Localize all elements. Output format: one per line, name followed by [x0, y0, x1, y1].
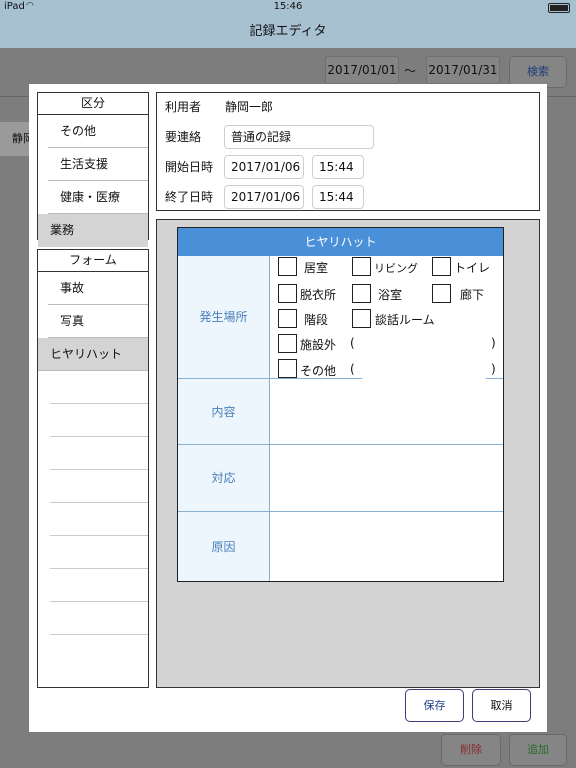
- checkbox-kaidan[interactable]: [278, 309, 297, 328]
- paren-open: (: [350, 336, 355, 350]
- list-item: [50, 503, 148, 536]
- place-kaidan: 階段: [304, 313, 329, 327]
- category-item-health[interactable]: 健康・医療: [48, 181, 148, 214]
- checkbox-toilet[interactable]: [432, 257, 451, 276]
- response-label: 対応: [178, 444, 270, 511]
- add-button[interactable]: 追加: [509, 734, 567, 766]
- sonota-input[interactable]: [360, 359, 488, 379]
- start-label: 開始日時: [165, 160, 214, 174]
- paren-close: ): [491, 362, 496, 376]
- cause-textarea[interactable]: [271, 512, 503, 581]
- contact-field[interactable]: 普通の記録: [224, 125, 374, 149]
- paren-open: (: [350, 362, 355, 376]
- shisetsugai-input[interactable]: [360, 333, 488, 353]
- start-time-field[interactable]: 15:44: [312, 155, 364, 179]
- save-button[interactable]: 保存: [405, 689, 464, 722]
- page-title: 記録エディタ: [249, 24, 327, 39]
- category-panel: 区分 その他 生活支援 健康・医療 業務: [37, 92, 149, 247]
- form-item-hiyari[interactable]: ヒヤリハット: [38, 338, 148, 371]
- list-item: [50, 371, 148, 404]
- place-danwa: 談話ルーム: [375, 313, 435, 327]
- list-item: [50, 404, 148, 437]
- category-item-other[interactable]: その他: [48, 115, 148, 148]
- list-item: [50, 536, 148, 569]
- place-datsui: 脱衣所: [300, 288, 337, 302]
- battery-icon: [548, 3, 570, 13]
- place-living: リビング: [374, 262, 418, 275]
- place-roka: 廊下: [460, 288, 485, 302]
- place-shisetsugai: 施設外: [300, 338, 337, 352]
- list-item: [50, 437, 148, 470]
- date-from-field[interactable]: 2017/01/01: [325, 56, 399, 84]
- user-label: 利用者: [165, 100, 202, 114]
- checkbox-kyoshitsu[interactable]: [278, 257, 297, 276]
- cancel-button[interactable]: 取消: [472, 689, 531, 722]
- checkbox-sonota[interactable]: [278, 359, 297, 378]
- content-label: 内容: [178, 378, 270, 444]
- checkbox-yokushitsu[interactable]: [352, 284, 371, 303]
- list-item: [50, 470, 148, 503]
- date-separator: 〜: [404, 64, 417, 78]
- contact-label: 要連絡: [165, 130, 202, 144]
- checkbox-shisetsugai[interactable]: [278, 334, 297, 353]
- delete-button[interactable]: 削除: [441, 734, 501, 766]
- list-item: [50, 635, 148, 668]
- checkbox-danwa[interactable]: [352, 309, 371, 328]
- checkbox-datsui[interactable]: [278, 284, 297, 303]
- list-item: [50, 569, 148, 602]
- place-sonota: その他: [300, 364, 337, 378]
- place-toilet: トイレ: [454, 261, 491, 275]
- form-item-accident[interactable]: 事故: [48, 272, 148, 305]
- form-item-photo[interactable]: 写真: [48, 305, 148, 338]
- form-panel: フォーム 事故 写真 ヒヤリハット: [37, 249, 149, 688]
- category-item-life-support[interactable]: 生活支援: [48, 148, 148, 181]
- end-date-field[interactable]: 2017/01/06: [224, 185, 304, 209]
- form-header: フォーム: [38, 250, 148, 272]
- end-label: 終了日時: [165, 190, 214, 204]
- list-item: [50, 602, 148, 635]
- clock: 15:46: [273, 1, 303, 12]
- place-label: 発生場所: [178, 256, 270, 378]
- place-yokushitsu: 浴室: [378, 288, 403, 302]
- category-header: 区分: [38, 93, 148, 115]
- user-value: 静岡一郎: [225, 100, 274, 114]
- checkbox-roka[interactable]: [432, 284, 451, 303]
- checkbox-living[interactable]: [352, 257, 371, 276]
- cause-label: 原因: [178, 511, 270, 581]
- status-bar: iPad ◠ 15:46: [0, 0, 576, 16]
- response-textarea[interactable]: [271, 445, 503, 511]
- content-textarea[interactable]: [271, 379, 503, 444]
- date-to-field[interactable]: 2017/01/31: [426, 56, 500, 84]
- paren-close: ): [491, 336, 496, 350]
- hiyari-form-title: ヒヤリハット: [178, 228, 503, 256]
- place-kyoshitsu: 居室: [304, 261, 329, 275]
- end-time-field[interactable]: 15:44: [312, 185, 364, 209]
- category-item-work[interactable]: 業務: [38, 214, 148, 247]
- start-date-field[interactable]: 2017/01/06: [224, 155, 304, 179]
